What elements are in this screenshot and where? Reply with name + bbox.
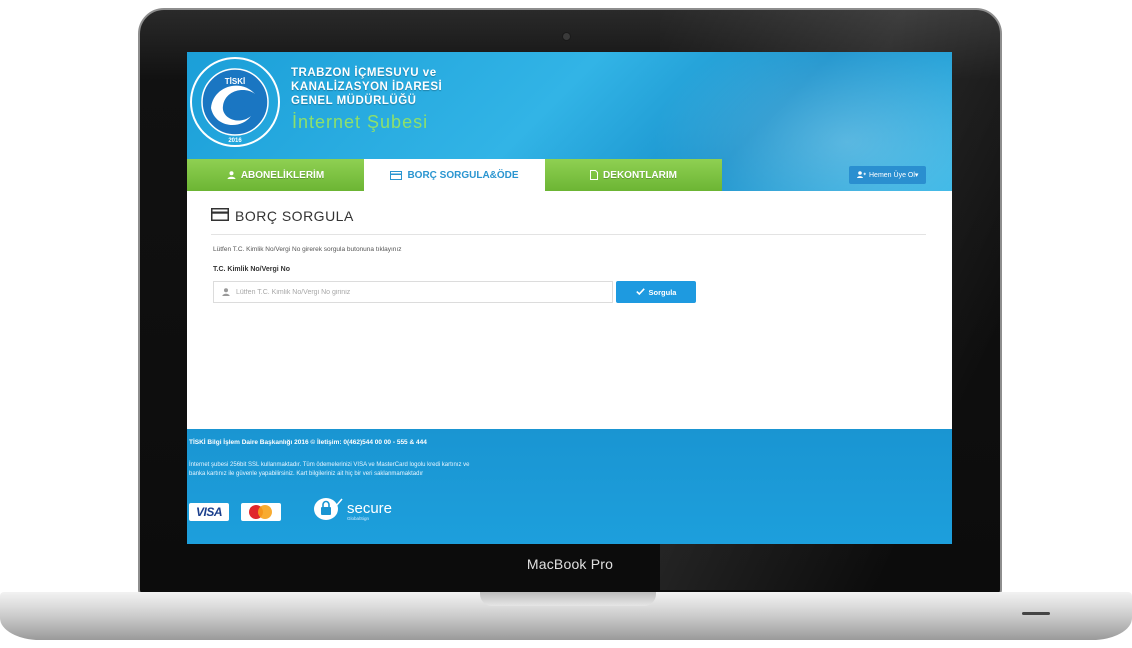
user-add-icon (857, 170, 866, 180)
sorgula-button[interactable]: Sorgula (616, 281, 696, 303)
footer-note-line-2: banka kartınız ile güvenle yapabilirsini… (189, 471, 424, 477)
camera-icon (563, 33, 570, 40)
svg-text:TİSKİ: TİSKİ (225, 77, 245, 86)
users-icon (227, 171, 236, 179)
user-icon (222, 283, 230, 301)
secure-label: secure (347, 500, 393, 517)
signup-button[interactable]: Hemen Üye Ol▾ (849, 166, 927, 184)
id-input-group (213, 281, 613, 303)
org-line-1: TRABZON İÇMESUYU ve (291, 67, 437, 79)
payment-logos: VISA secure GlobalSign (189, 497, 392, 526)
check-icon (635, 287, 645, 297)
svg-text:2016: 2016 (228, 138, 242, 144)
main-tabs: ABONELİKLERİM BORÇ SORGULA&ÖDE DEKONTLAR… (187, 159, 952, 191)
tab-abonelikler[interactable]: ABONELİKLERİM (187, 159, 364, 191)
divider (211, 234, 926, 235)
tc-kimlik-input[interactable] (236, 288, 596, 296)
id-field-label: T.C. Kimlik No/Vergi No (213, 266, 291, 273)
document-icon (590, 170, 599, 180)
signup-label: Hemen Üye Ol▾ (869, 172, 919, 179)
page-title-text: BORÇ SORGULA (235, 208, 354, 224)
credit-card-icon (211, 208, 229, 224)
footer-security-note: İnternet şubesi 256bit SSL kullanmaktadı… (189, 461, 709, 479)
browser-screen: TİSKİ 2016 TRABZON İÇMESUYU ve KANALİZAS… (187, 52, 952, 544)
laptop-notch (480, 592, 656, 606)
tiski-logo: TİSKİ 2016 (190, 57, 280, 147)
device-brand-label: MacBook Pro (526, 556, 614, 572)
instruction-text: Lütfen T.C. Kimlik No/Vergi No girerek s… (213, 246, 402, 253)
organization-name: TRABZON İÇMESUYU ve KANALİZASYON İDARESİ… (291, 66, 442, 108)
tab-label: ABONELİKLERİM (240, 169, 325, 181)
visa-logo: VISA (189, 502, 229, 521)
credit-card-icon (390, 170, 403, 180)
site-subtitle: İnternet Şubesi (292, 112, 429, 132)
lock-icon (313, 497, 343, 526)
laptop-indicator (1022, 612, 1050, 615)
content-panel: BORÇ SORGULA Lütfen T.C. Kimlik No/Vergi… (187, 191, 952, 429)
site-header: TİSKİ 2016 TRABZON İÇMESUYU ve KANALİZAS… (187, 52, 952, 272)
page-title: BORÇ SORGULA (211, 208, 354, 224)
tab-label: DEKONTLARIM (603, 169, 677, 181)
site-footer: TİSKİ Bilgi İşlem Daire Başkanlığı 2016 … (187, 429, 952, 544)
footer-note-line-1: İnternet şubesi 256bit SSL kullanmaktadı… (189, 462, 470, 468)
tab-label: BORÇ SORGULA&ÖDE (407, 169, 519, 181)
org-line-2: KANALİZASYON İDARESİ (291, 81, 443, 93)
secure-badge: secure GlobalSign (313, 497, 392, 526)
footer-contact: TİSKİ Bilgi İşlem Daire Başkanlığı 2016 … (189, 439, 427, 446)
sorgula-label: Sorgula (648, 287, 677, 297)
tab-borc-sorgula[interactable]: BORÇ SORGULA&ÖDE (364, 159, 545, 191)
tab-dekontlar[interactable]: DEKONTLARIM (545, 159, 722, 191)
org-line-3: GENEL MÜDÜRLÜĞÜ (291, 95, 417, 107)
mastercard-logo (241, 502, 281, 521)
